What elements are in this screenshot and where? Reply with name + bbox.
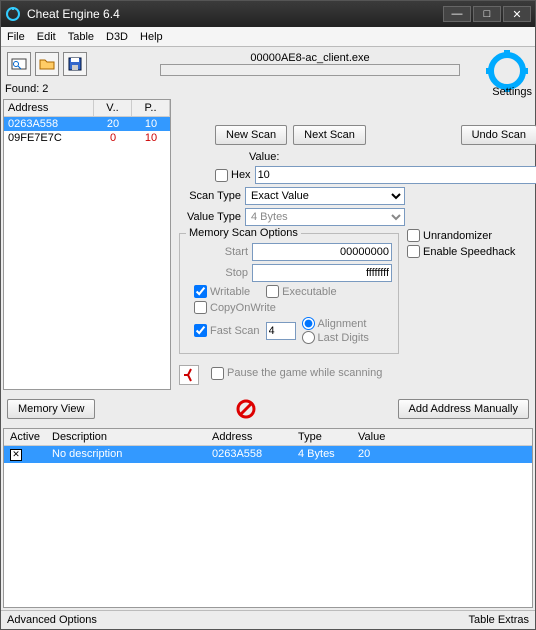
pause-checkbox[interactable] [211,367,224,380]
pointer-tool-icon[interactable] [179,365,199,385]
process-name: 00000AE8-ac_client.exe [250,52,369,64]
value-input[interactable] [255,166,536,184]
active-checkbox[interactable]: ✕ [10,449,22,461]
next-scan-button[interactable]: Next Scan [293,125,366,145]
lastdigits-radio[interactable] [302,331,315,344]
start-input[interactable] [252,243,392,261]
results-list: Address V.. P.. 0263A558 20 10 09FE7E7C … [3,99,171,390]
scantype-select[interactable]: Exact Value [245,187,405,205]
toolbar: 00000AE8-ac_client.exe [1,47,535,81]
valuetype-select[interactable]: 4 Bytes [245,208,405,226]
speedhack-checkbox[interactable] [407,245,420,258]
close-button[interactable]: ✕ [503,6,531,22]
found-count: Found: 2 [1,81,535,97]
open-file-button[interactable] [35,52,59,76]
menu-file[interactable]: File [7,31,25,43]
menu-table[interactable]: Table [68,31,94,43]
col-value2[interactable]: Value [352,429,532,445]
memory-view-button[interactable]: Memory View [7,399,95,419]
col-previous[interactable]: P.. [132,100,170,116]
result-row[interactable]: 0263A558 20 10 [4,117,170,131]
stop-input[interactable] [252,264,392,282]
advanced-options-link[interactable]: Advanced Options [7,614,97,626]
scantype-label: Scan Type [179,190,241,202]
writable-checkbox[interactable] [194,285,207,298]
minimize-button[interactable]: — [443,6,471,22]
address-table: Active Description Address Type Value ✕ … [3,428,533,608]
memory-scan-options: Memory Scan Options Start Stop Writable … [179,233,399,354]
menu-d3d[interactable]: D3D [106,31,128,43]
table-row[interactable]: ✕ No description 0263A558 4 Bytes 20 [4,446,532,463]
new-scan-button[interactable]: New Scan [215,125,287,145]
titlebar: Cheat Engine 6.4 — □ ✕ [1,1,535,27]
app-icon [5,6,21,22]
result-row[interactable]: 09FE7E7C 0 10 [4,131,170,145]
col-description[interactable]: Description [46,429,206,445]
alignment-radio[interactable] [302,317,315,330]
clear-icon[interactable] [235,398,257,420]
fastscan-input[interactable] [266,322,296,340]
menu-edit[interactable]: Edit [37,31,56,43]
table-extras-link[interactable]: Table Extras [468,614,529,626]
copyonwrite-checkbox[interactable] [194,301,207,314]
valuetype-label: Value Type [179,211,241,223]
scan-progress [160,64,460,76]
executable-checkbox[interactable] [266,285,279,298]
value-label: Value: [249,151,279,163]
save-button[interactable] [63,52,87,76]
menubar: File Edit Table D3D Help [1,27,535,47]
col-value[interactable]: V.. [94,100,132,116]
col-type[interactable]: Type [292,429,352,445]
col-address[interactable]: Address [4,100,94,116]
open-process-button[interactable] [7,52,31,76]
hex-checkbox[interactable] [215,169,228,182]
undo-scan-button[interactable]: Undo Scan [461,125,536,145]
menu-help[interactable]: Help [140,31,163,43]
col-active[interactable]: Active [4,429,46,445]
window-title: Cheat Engine 6.4 [27,7,443,21]
fastscan-checkbox[interactable] [194,324,207,337]
unrandomizer-checkbox[interactable] [407,229,420,242]
maximize-button[interactable]: □ [473,6,501,22]
col-address2[interactable]: Address [206,429,292,445]
add-address-manually-button[interactable]: Add Address Manually [398,399,529,419]
